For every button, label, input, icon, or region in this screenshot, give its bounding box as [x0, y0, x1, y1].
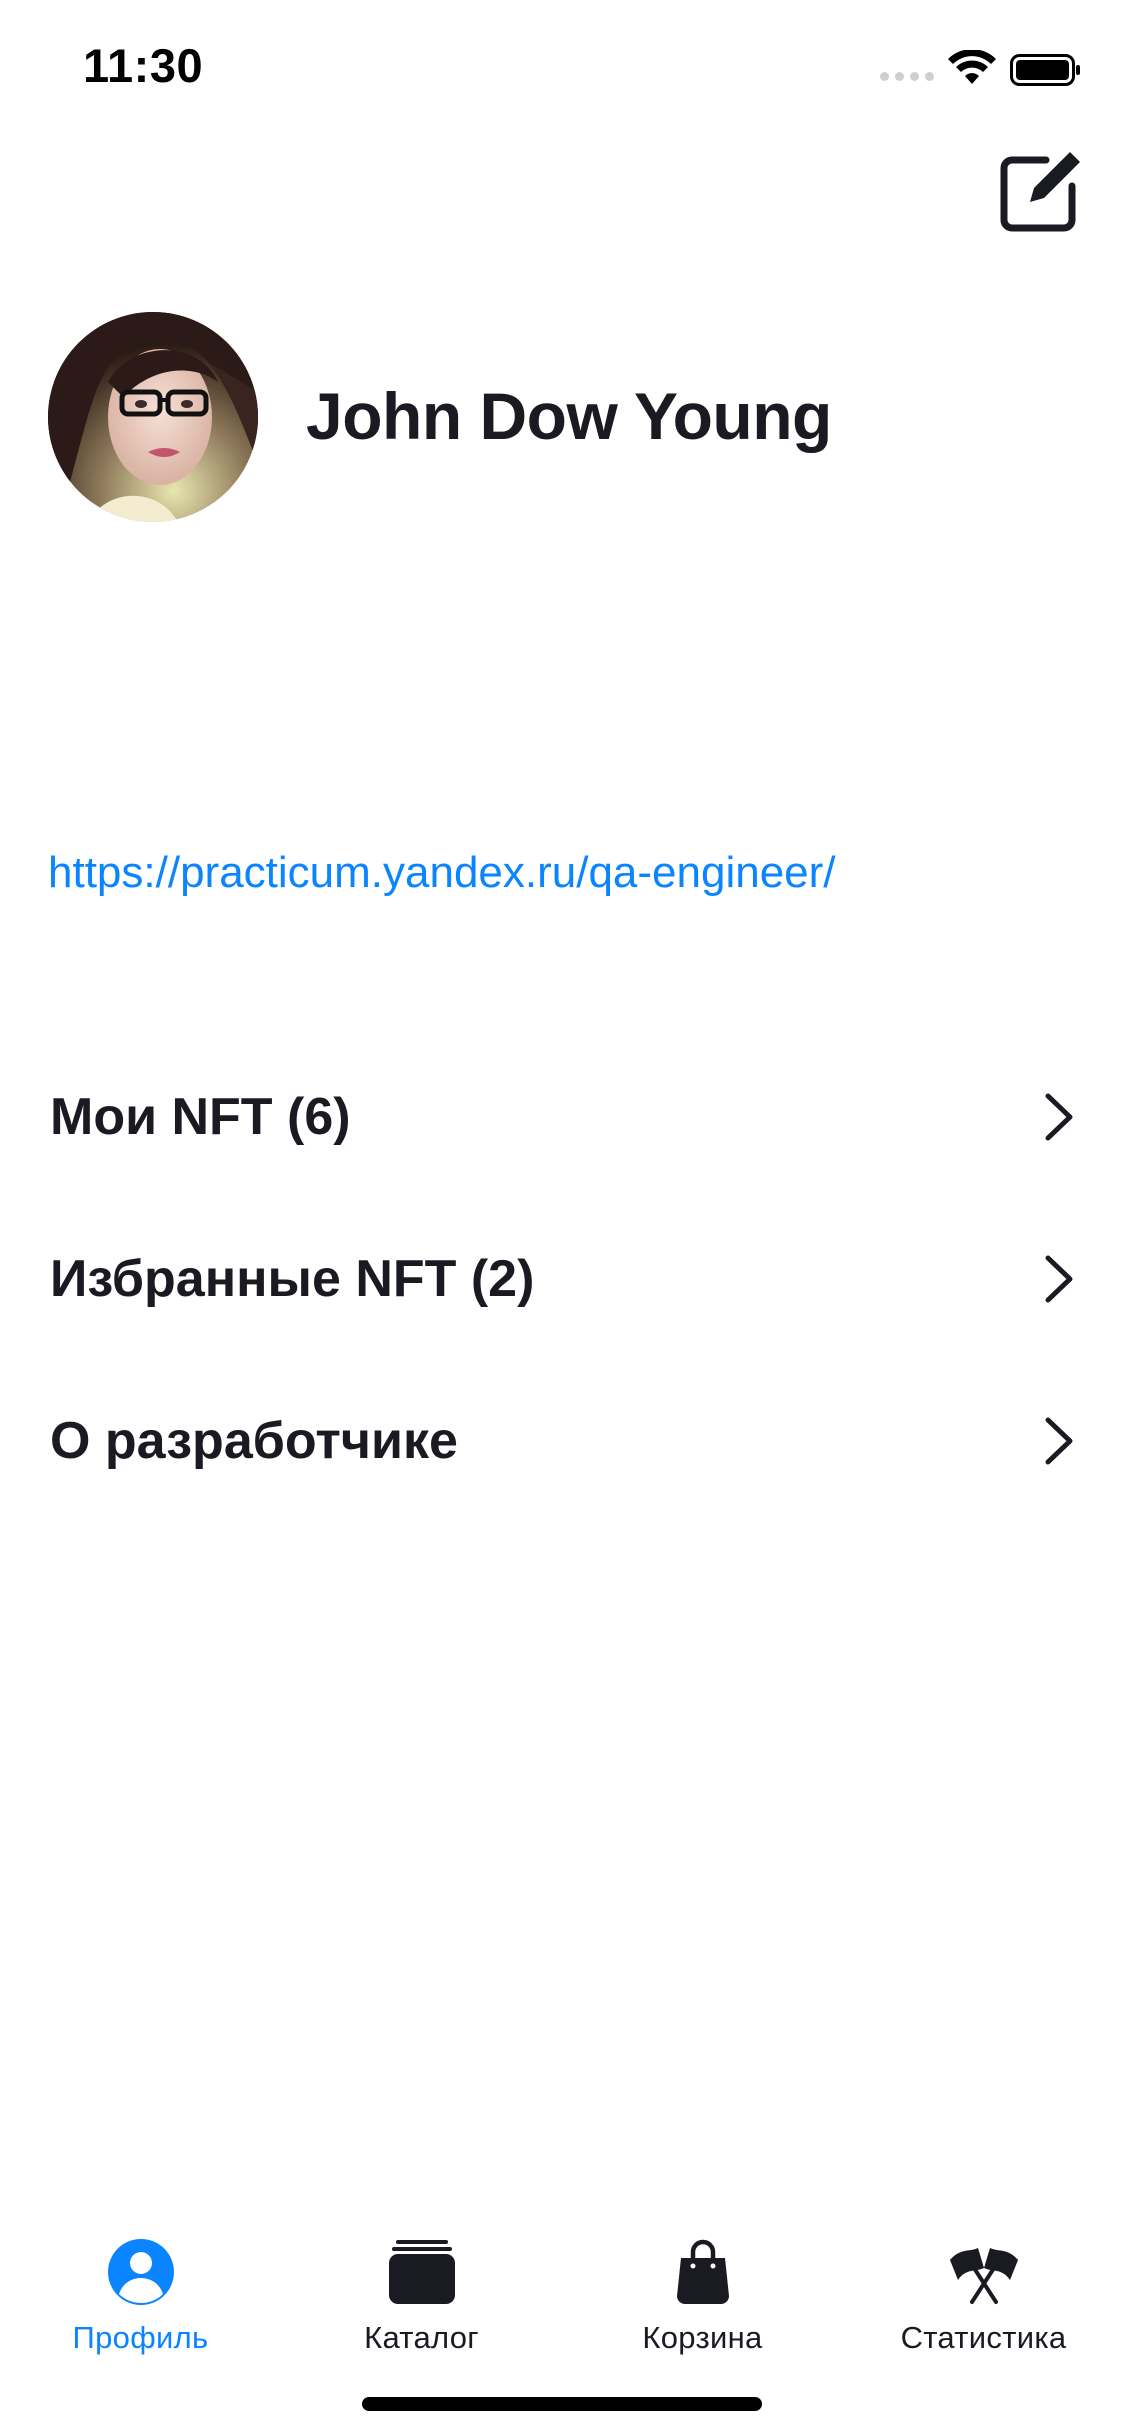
statistics-icon — [949, 2248, 1018, 2304]
wifi-icon — [948, 50, 996, 84]
tab-label: Корзина — [642, 2320, 763, 2355]
menu-item-label: О разработчике — [50, 1412, 458, 1470]
tab-catalog[interactable]: Каталог — [281, 2208, 562, 2355]
tab-label: Статистика — [900, 2320, 1067, 2355]
cellular-signal-icon — [880, 72, 934, 84]
battery-icon — [1010, 54, 1080, 86]
chevron-right-icon — [1045, 1417, 1073, 1465]
menu-item-label: Мои NFT (6) — [50, 1088, 351, 1146]
menu-item-about-developer[interactable]: О разработчике — [0, 1360, 1125, 1522]
chevron-right-icon — [1045, 1093, 1073, 1141]
website-link[interactable]: https://practicum.yandex.ru/qa-engineer/ — [48, 848, 836, 898]
catalog-icon — [388, 2240, 455, 2304]
cart-icon — [676, 2239, 729, 2304]
menu-item-favorite-nft[interactable]: Избранные NFT (2) — [0, 1198, 1125, 1360]
tab-label: Профиль — [72, 2320, 209, 2355]
tab-cart[interactable]: Корзина — [562, 2208, 843, 2355]
menu-item-my-nft[interactable]: Мои NFT (6) — [0, 1036, 1125, 1198]
status-bar: 11:30 — [0, 0, 1125, 132]
avatar — [48, 312, 258, 522]
profile-name: John Dow Young — [306, 379, 832, 453]
profile-screen: 11:30 John Dow Young https://practicum.y… — [0, 0, 1125, 2436]
status-time: 11:30 — [83, 39, 204, 92]
tab-profile[interactable]: Профиль — [0, 2208, 281, 2355]
home-indicator[interactable] — [362, 2397, 762, 2411]
tab-label: Каталог — [364, 2320, 479, 2355]
menu-item-label: Избранные NFT (2) — [50, 1250, 535, 1308]
profile-icon — [107, 2239, 174, 2305]
tab-statistics[interactable]: Статистика — [843, 2208, 1124, 2355]
chevron-right-icon — [1045, 1255, 1073, 1303]
edit-profile-button[interactable] — [1000, 148, 1084, 232]
